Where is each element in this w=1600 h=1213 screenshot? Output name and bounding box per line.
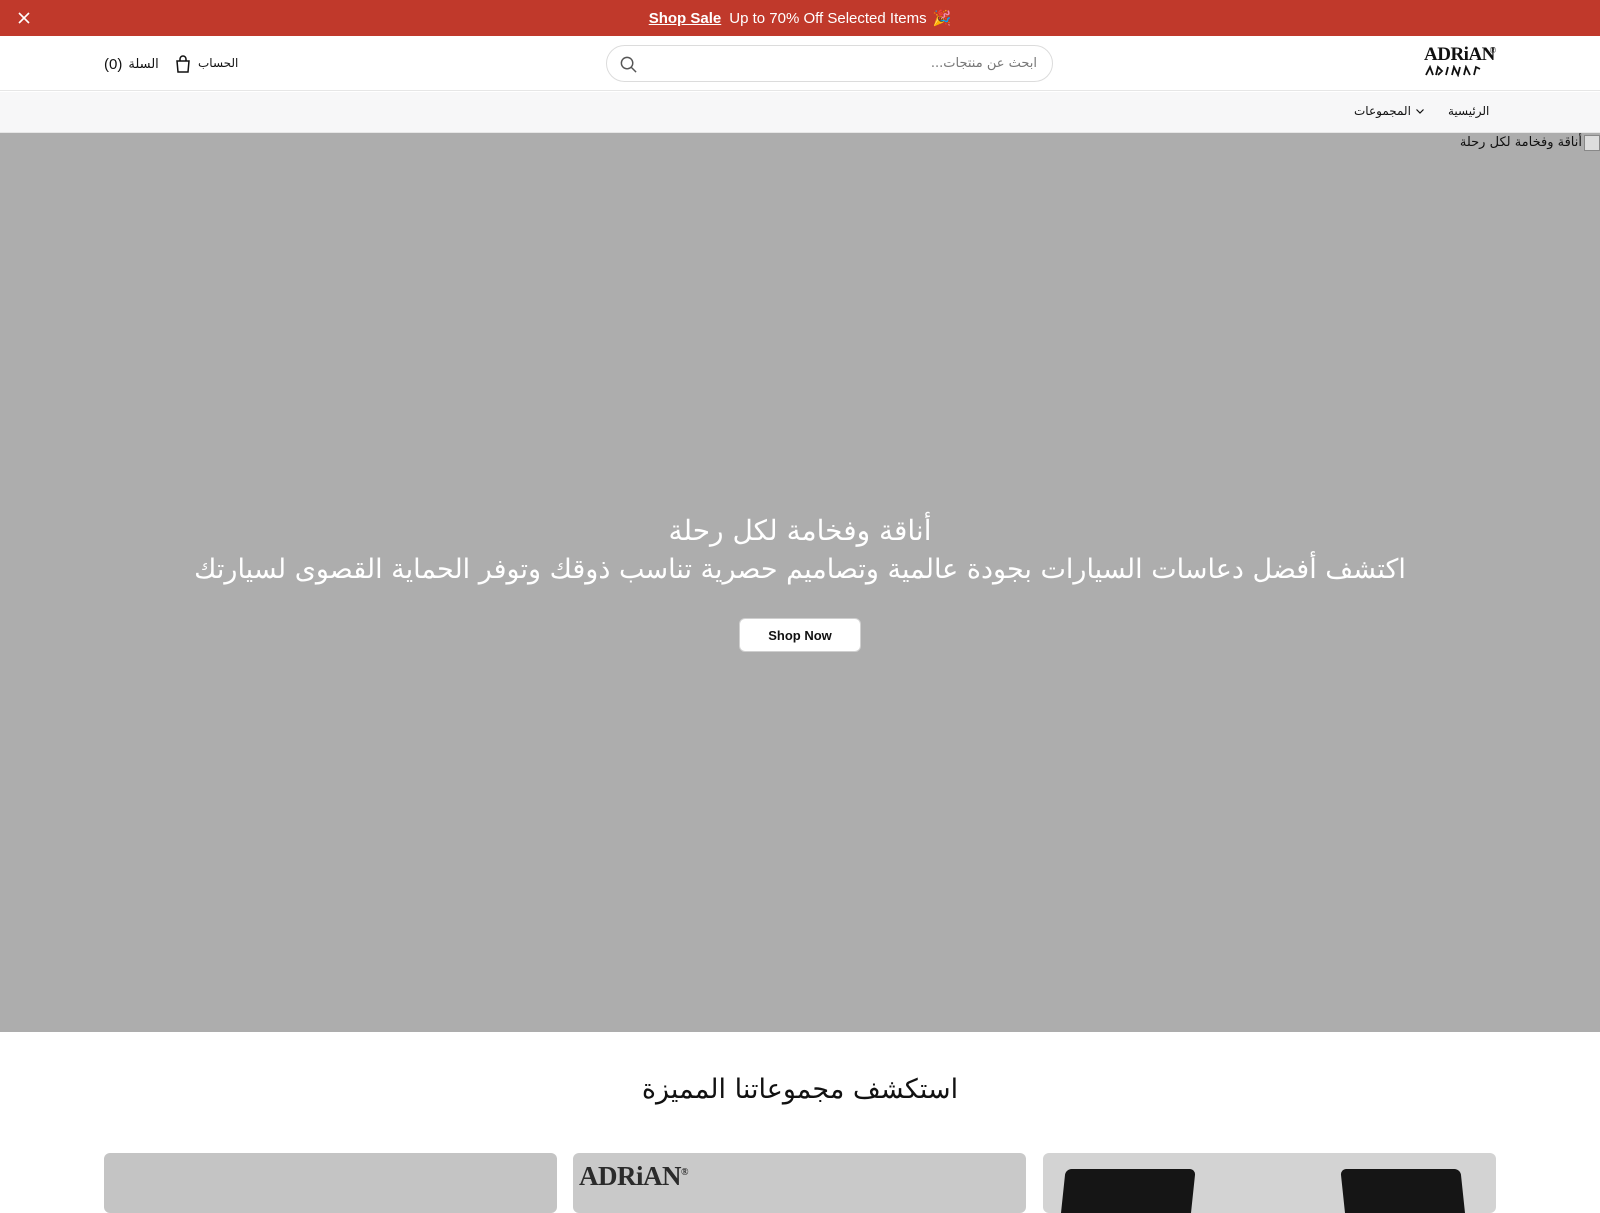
main-nav: الرئيسية المجموعات [0,92,1600,133]
cart-count: (0) [104,55,123,73]
hero-title: أناقة وفخامة لكل رحلة [668,514,932,547]
logo-registered-mark: ® [1490,46,1496,55]
broken-image-icon [1584,135,1600,151]
collection-brand-text: ADRiAN [579,1161,682,1191]
collection-card[interactable]: ADRiAN® [573,1153,1026,1213]
cart-button[interactable]: (0) السلة [104,54,193,74]
hero-image-alt: أناقة وفخامة لكل رحلة [1460,135,1600,151]
logo-script-mark [1425,64,1481,78]
shop-sale-link[interactable]: Shop Sale [649,10,722,27]
search-icon[interactable] [619,55,638,74]
announcement-bar: Shop Sale Up to 70% Off Selected Items 🎉 [0,0,1600,36]
logo-wordmark: ADRiAN [1424,44,1495,65]
collection-card[interactable] [104,1153,557,1213]
shop-now-button[interactable]: Shop Now [739,618,861,652]
party-popper-icon: 🎉 [932,10,952,27]
nav-item-collections[interactable]: المجموعات [1354,104,1425,118]
account-link[interactable]: الحساب [198,56,238,70]
collections-title: استكشف مجموعاتنا المميزة [641,1074,959,1105]
shopping-bag-icon [175,55,190,73]
nav-item-home[interactable]: الرئيسية [1448,104,1489,118]
hero-image-alt-text: أناقة وفخامة لكل رحلة [1459,135,1582,150]
site-header: ADRiAN ® الحساب (0) السلة [0,36,1600,91]
car-mat-image [1060,1169,1196,1213]
collection-brand-logo: ADRiAN® [579,1161,688,1192]
car-mat-image [1340,1169,1466,1213]
close-icon[interactable] [14,8,34,28]
collection-brand-registered: ® [681,1167,688,1178]
collections-grid: ADRiAN® [104,1153,1496,1213]
nav-item-collections-label: المجموعات [1354,104,1411,118]
search-input[interactable] [657,46,1037,81]
announcement-text: Up to 70% Off Selected Items [729,9,927,27]
cart-label: السلة [128,56,159,72]
hero-banner: أناقة وفخامة لكل رحلة أناقة وفخامة لكل ر… [0,133,1600,1032]
hero-subtitle: اكتشف أفضل دعاسات السيارات بجودة عالمية … [194,554,1406,585]
search-bar [606,45,1053,82]
collection-card[interactable] [1043,1153,1496,1213]
brand-logo[interactable]: ADRiAN ® [1424,44,1496,80]
chevron-down-icon [1416,109,1424,114]
